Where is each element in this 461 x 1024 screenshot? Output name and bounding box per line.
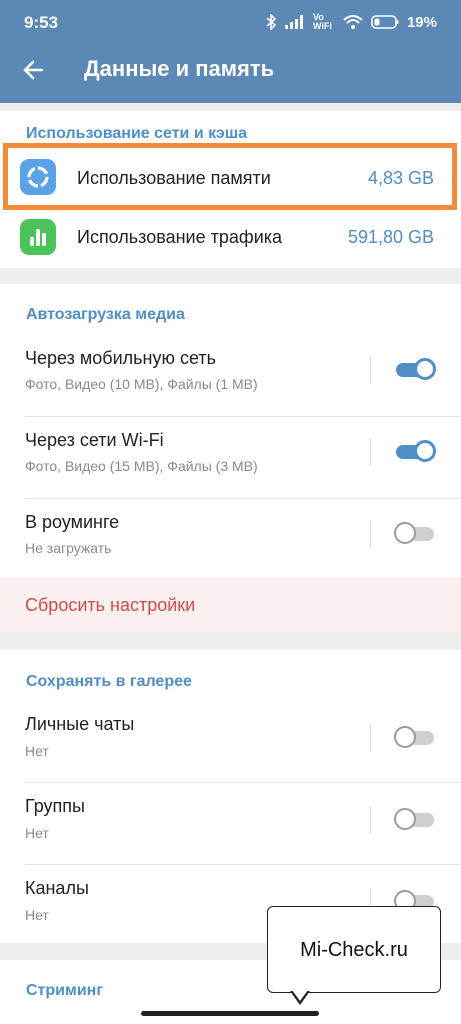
signal-icon [284, 15, 303, 29]
battery-percent: 19% [406, 13, 437, 31]
gallery-private-sub: Нет [25, 743, 49, 759]
section-title-autodownload: Автозагрузка медиа [26, 306, 185, 323]
vowifi-label: Vo WiFi [312, 12, 332, 31]
autodownload-wifi-row[interactable]: Через сети Wi-Fi Фото, Видео (15 MB), Фа… [0, 416, 461, 498]
autodownload-roaming-toggle[interactable] [394, 522, 436, 544]
traffic-usage-value: 591,80 GB [347, 227, 434, 247]
status-time: 9:53 [24, 13, 59, 32]
battery-icon [371, 15, 399, 29]
autodownload-mobile-label: Через мобильную сеть [25, 348, 216, 368]
watermark-tail-inner [292, 990, 308, 1001]
status-bar: 9:53 Vo WiFi 19% [0, 0, 461, 46]
traffic-usage-row[interactable]: Использование трафика 591,80 GB [0, 209, 461, 266]
back-arrow-icon[interactable] [20, 56, 48, 84]
autodownload-roaming-row[interactable]: В роуминге Не загружать [0, 498, 461, 577]
traffic-usage-label: Использование трафика [77, 227, 283, 247]
autodownload-roaming-label: В роуминге [25, 512, 120, 532]
autodownload-mobile-row[interactable]: Через мобильную сеть Фото, Видео (10 MB)… [0, 334, 461, 416]
gallery-groups-sub: Нет [25, 825, 49, 841]
section-title-streaming: Стриминг [26, 982, 103, 999]
storage-usage-row[interactable]: Использование памяти 4,83 GB [0, 149, 461, 206]
network-section: Использование сети и кэша Использование … [0, 111, 461, 268]
row-separator [370, 438, 371, 466]
autodownload-wifi-toggle[interactable] [394, 440, 436, 462]
traffic-usage-icon [20, 219, 56, 255]
gallery-channels-label: Каналы [25, 878, 89, 898]
autodownload-mobile-toggle[interactable] [394, 358, 436, 380]
home-indicator[interactable] [141, 1011, 319, 1016]
row-separator [370, 724, 371, 752]
watermark-text: Mi-Check.ru [300, 939, 408, 961]
gallery-groups-toggle[interactable] [394, 808, 436, 830]
app-header: 9:53 Vo WiFi 19% Данные и память [0, 0, 461, 103]
row-separator [370, 520, 371, 548]
storage-usage-label: Использование памяти [77, 168, 271, 188]
section-title-gallery: Сохранять в галерее [26, 673, 192, 690]
gallery-groups-label: Группы [25, 796, 85, 816]
wifi-icon [343, 15, 363, 29]
status-icons: Vo WiFi 19% [265, 13, 437, 31]
storage-usage-icon [20, 159, 56, 195]
page-title: Данные и память [84, 56, 275, 81]
row-separator [370, 806, 371, 834]
reset-settings-label: Сбросить настройки [25, 595, 196, 615]
watermark-callout: Mi-Check.ru [267, 906, 441, 993]
autodownload-roaming-sub: Не загружать [25, 540, 112, 556]
gallery-private-row[interactable]: Личные чаты Нет [0, 700, 461, 782]
reset-settings-row[interactable]: Сбросить настройки [0, 577, 461, 632]
autodownload-wifi-label: Через сети Wi-Fi [25, 430, 164, 450]
gallery-section: Сохранять в галерее Личные чаты Нет Груп… [0, 650, 461, 943]
gallery-channels-sub: Нет [25, 907, 49, 923]
autodownload-wifi-sub: Фото, Видео (15 MB), Файлы (3 MB) [25, 458, 258, 474]
gallery-groups-row[interactable]: Группы Нет [0, 782, 461, 864]
row-separator [370, 356, 371, 384]
bluetooth-icon [266, 14, 277, 30]
app-bar: Данные и память [0, 46, 461, 103]
gallery-private-label: Личные чаты [25, 714, 135, 734]
gallery-private-toggle[interactable] [394, 726, 436, 748]
section-title-network: Использование сети и кэша [26, 125, 247, 142]
storage-usage-value: 4,83 GB [367, 168, 434, 188]
autodownload-mobile-sub: Фото, Видео (10 MB), Файлы (1 MB) [25, 376, 258, 392]
